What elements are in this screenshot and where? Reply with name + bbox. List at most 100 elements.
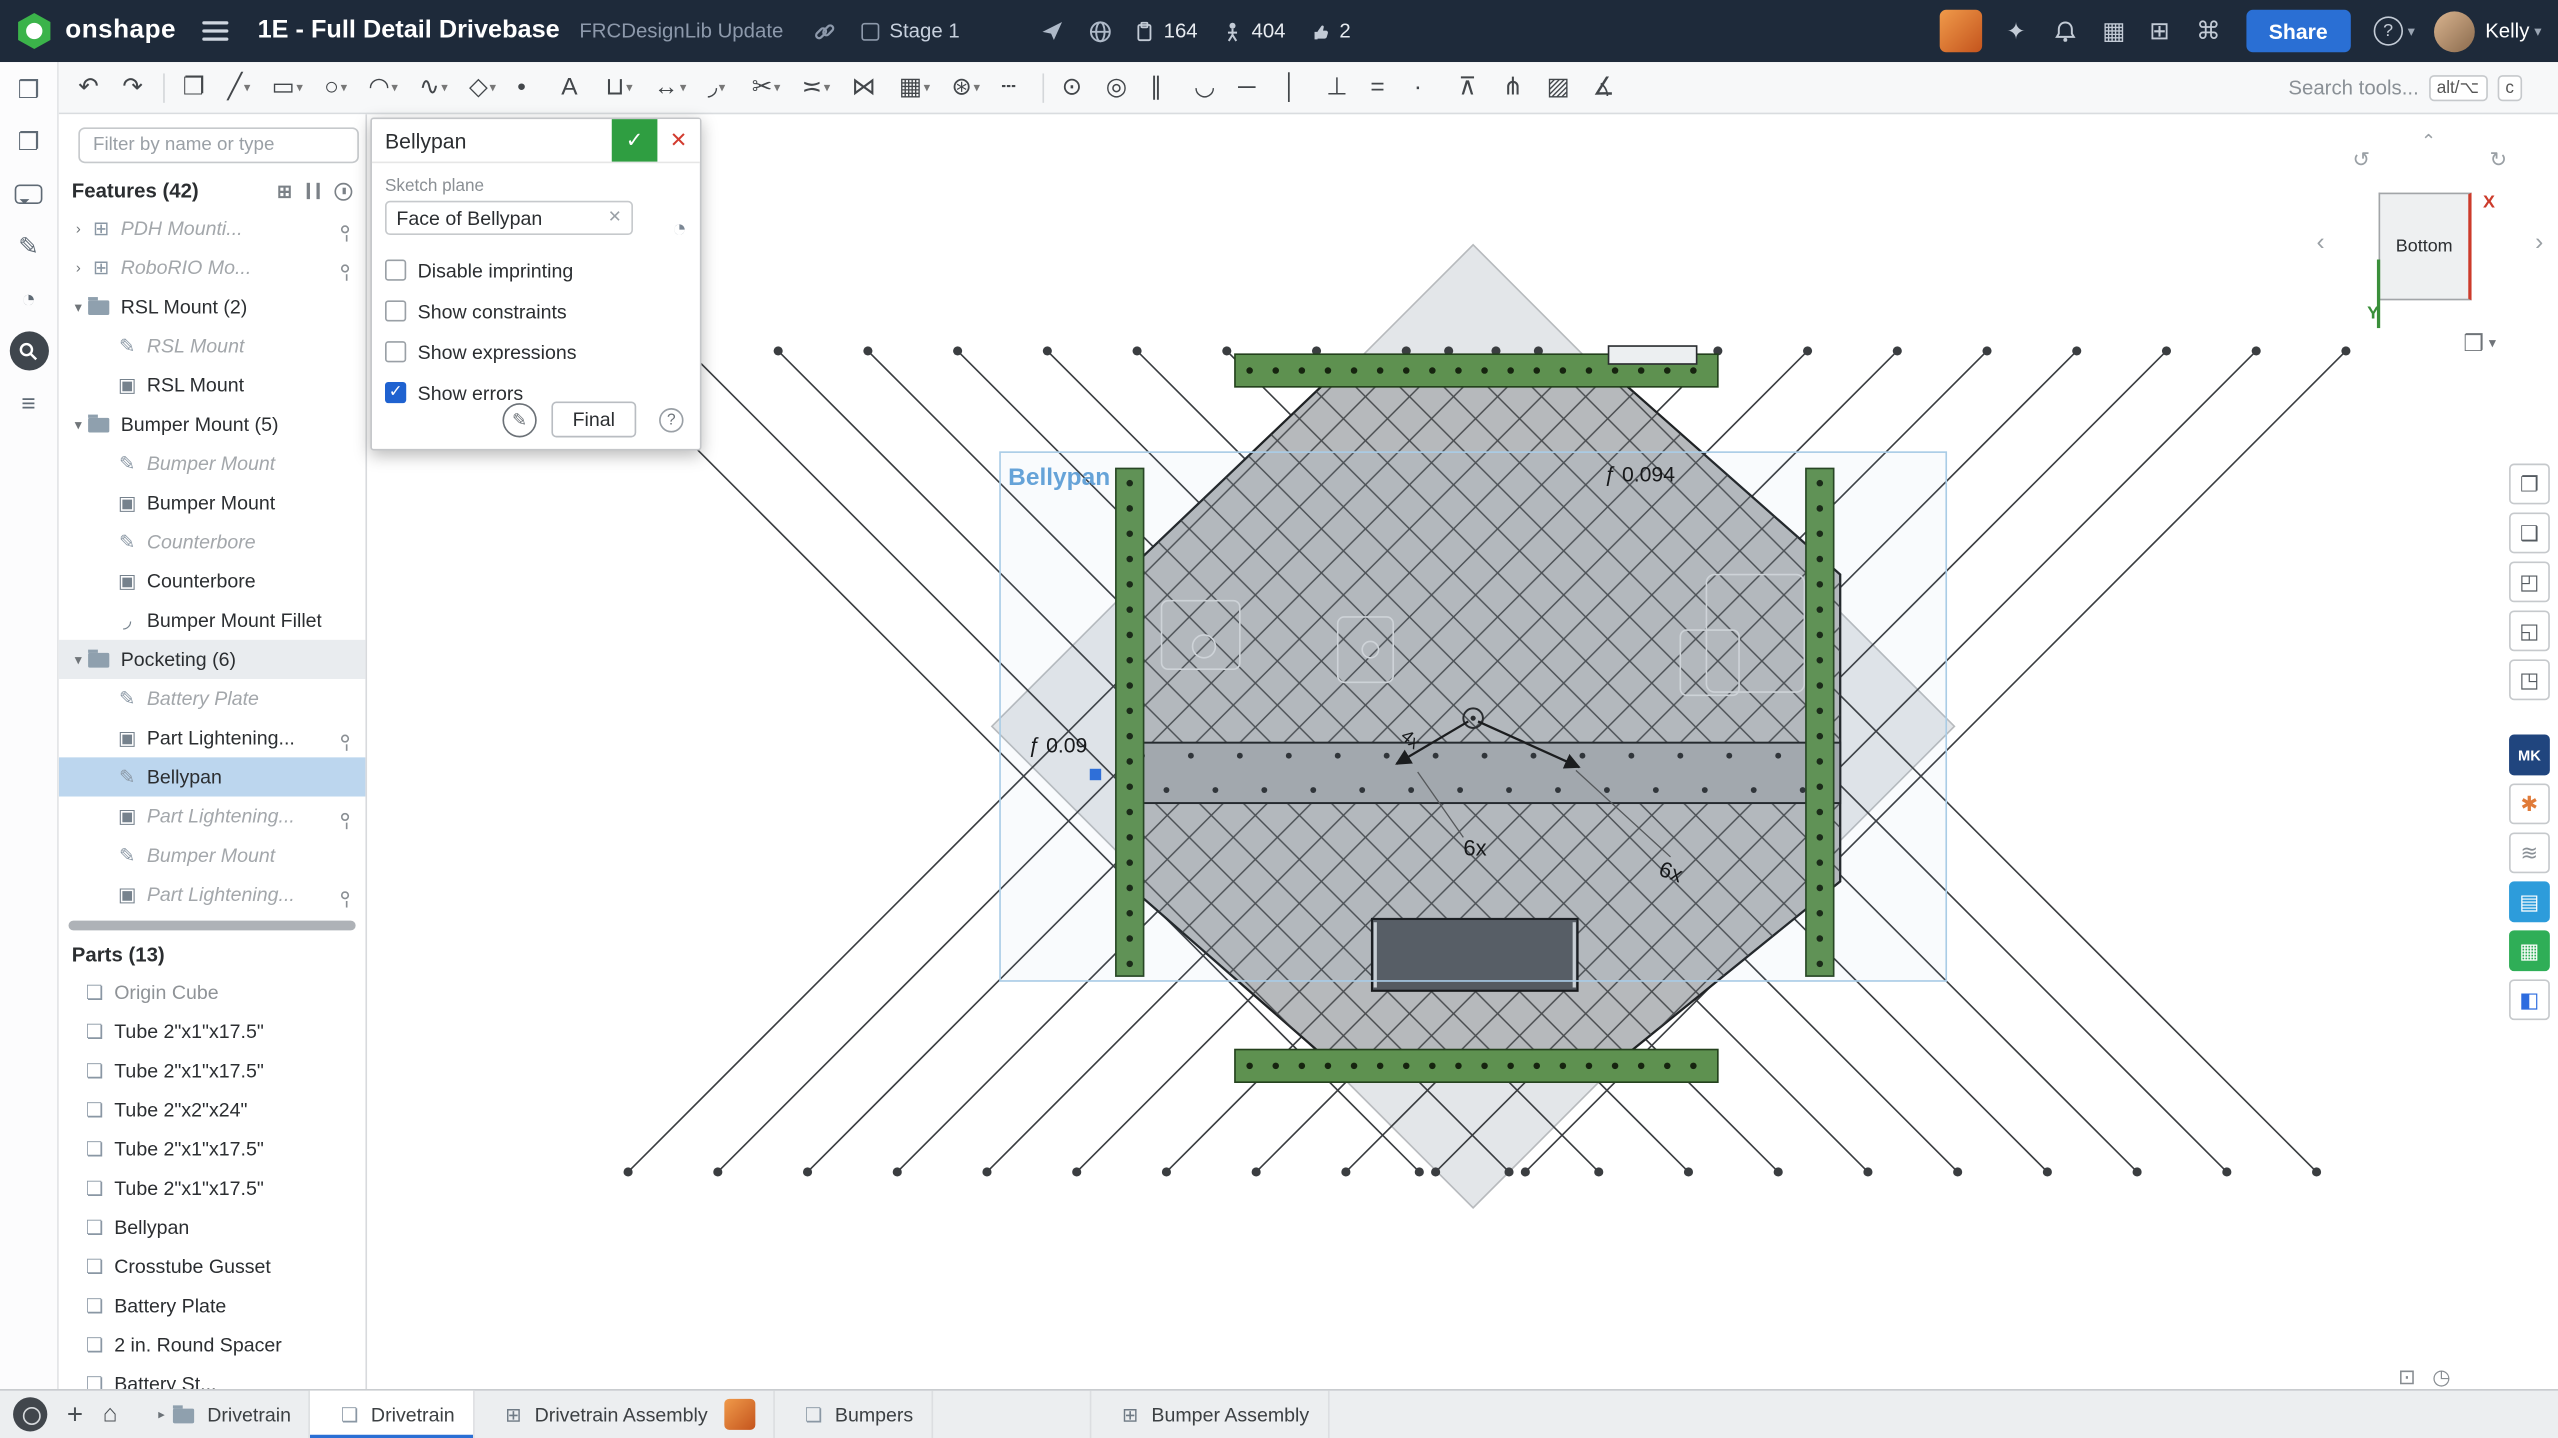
document-title[interactable]: 1E - Full Detail Drivebase xyxy=(258,16,560,45)
clock-icon[interactable]: ◷ xyxy=(2432,1365,2451,1391)
capture-button[interactable] xyxy=(13,1397,47,1431)
view-mode-1[interactable]: ❐ xyxy=(2509,464,2550,505)
user-avatar[interactable] xyxy=(2435,11,2476,52)
rotate-right-icon[interactable]: › xyxy=(2535,229,2543,257)
tool-arc[interactable]: ◠ ▾ xyxy=(365,68,401,107)
new-tab-button[interactable]: + xyxy=(67,1398,83,1431)
suppress-pin-icon[interactable] xyxy=(341,224,349,232)
tab-drivetrain-partstudio[interactable]: Drivetrain xyxy=(311,1390,475,1438)
feature-counterbore[interactable]: Counterbore xyxy=(59,561,366,600)
notifications-bell-icon[interactable] xyxy=(2050,15,2079,48)
tool-sep-1[interactable] xyxy=(163,73,165,102)
tool-tangent[interactable]: ◡ xyxy=(1191,68,1221,107)
feature-roborio-mounting[interactable]: › RoboRIO Mo... xyxy=(59,248,366,287)
feature-pdh-mounting[interactable]: › PDH Mounti... xyxy=(59,209,366,248)
feature-bumper-mount-sketch-2[interactable]: Bumper Mount xyxy=(59,836,366,875)
tool-mirror[interactable]: ⋈ xyxy=(848,68,881,107)
spreadsheet-icon[interactable]: ▦ xyxy=(2099,15,2128,48)
tool-spline[interactable]: ∿ ▾ xyxy=(416,68,451,107)
part-studio-panel-icon[interactable]: ❒ xyxy=(9,70,48,109)
history-icon[interactable]: ◔ xyxy=(9,279,48,318)
tab-bumper-assembly[interactable]: Bumper Assembly xyxy=(1089,1390,1328,1438)
tool-equal[interactable]: = xyxy=(1367,68,1396,107)
tool-circular-pattern[interactable]: ⊛ ▾ xyxy=(948,68,983,107)
part-tube-4[interactable]: Tube 2"x1"x17.5" xyxy=(59,1130,366,1169)
tool-fillet[interactable]: ◞ ▾ xyxy=(704,68,733,107)
tool-concentric[interactable]: ◎ xyxy=(1102,68,1132,107)
app-2[interactable]: ✱ xyxy=(2509,783,2550,824)
part-bellypan[interactable]: Bellypan xyxy=(59,1208,366,1247)
snapshot-icon[interactable]: ⊡ xyxy=(2398,1365,2416,1391)
feature-battery-plate-sketch[interactable]: Battery Plate xyxy=(59,679,366,718)
rail-bottom[interactable] xyxy=(1235,1050,1718,1083)
view-mode-3[interactable]: ◰ xyxy=(2509,561,2550,602)
versions-icon[interactable]: ❐ xyxy=(9,122,48,161)
app-4[interactable]: ▤ xyxy=(2509,881,2550,922)
part-tube-3[interactable]: Tube 2"x2"x24" xyxy=(59,1090,366,1129)
insert-feature-icon[interactable]: ⊞ xyxy=(277,180,292,201)
feature-part-lightening-1[interactable]: Part Lightening... xyxy=(59,718,366,757)
tool-point[interactable]: • xyxy=(514,68,543,107)
tool-linear-pattern[interactable]: ▦ ▾ xyxy=(896,68,934,107)
feature-rsl-mount-sketch[interactable]: RSL Mount xyxy=(59,326,366,365)
share-button[interactable]: Share xyxy=(2246,10,2351,52)
tool-offset[interactable]: ≍ ▾ xyxy=(798,68,833,107)
ai-sparkle-icon[interactable]: ✦ xyxy=(2001,15,2030,48)
outline-icon[interactable]: ≡ xyxy=(9,384,48,423)
dimension-left[interactable]: ƒ0.09 xyxy=(1028,734,1088,757)
rotate-cw-icon[interactable]: ↻ xyxy=(2489,147,2507,173)
tool-rectangle[interactable]: ▭ ▾ xyxy=(268,68,306,107)
rotate-ccw-icon[interactable]: ↺ xyxy=(2352,147,2370,173)
clear-selection-icon[interactable]: ✕ xyxy=(608,209,622,227)
tool-copy[interactable]: ❐ xyxy=(179,68,209,107)
link-icon[interactable] xyxy=(809,15,838,48)
stat-copies[interactable]: 164 xyxy=(1134,20,1197,43)
final-button[interactable]: Final xyxy=(551,402,636,438)
command-icon[interactable]: ⌘ xyxy=(2194,15,2223,48)
dimension-top[interactable]: ƒ0.094 xyxy=(1604,464,1676,487)
checkbox-show-expressions[interactable]: ✓ Show expressions xyxy=(385,331,687,372)
tool-parallel[interactable]: ∥ xyxy=(1147,68,1176,107)
part-round-spacer[interactable]: 2 in. Round Spacer xyxy=(59,1325,366,1364)
checkbox-disable-imprinting[interactable]: ✓ Disable imprinting xyxy=(385,250,687,291)
edit-sketch-icon[interactable]: ✎ xyxy=(502,402,536,436)
app-mkcad[interactable]: MK xyxy=(2509,735,2550,776)
help-caret-icon[interactable]: ▾ xyxy=(2408,22,2415,40)
tab-drivetrain-assembly[interactable]: Drivetrain Assembly xyxy=(474,1390,774,1438)
main-menu-icon[interactable] xyxy=(202,21,228,41)
version-label[interactable]: Stage 1 xyxy=(889,20,959,43)
part-battery-plate[interactable]: Battery Plate xyxy=(59,1286,366,1325)
tab-bumpers[interactable]: Bumpers xyxy=(775,1390,933,1438)
tab-drivetrain-folder[interactable]: ▸ Drivetrain xyxy=(140,1390,310,1438)
tool-sep-2[interactable] xyxy=(1042,73,1044,102)
dialog-help-icon[interactable]: ? xyxy=(659,407,683,431)
feature-bellypan[interactable]: Bellypan xyxy=(59,757,366,796)
tool-vertical[interactable]: │ xyxy=(1279,68,1308,107)
tool-slot[interactable]: ⊔ ▾ xyxy=(602,68,636,107)
tool-horizontal[interactable]: ─ xyxy=(1235,68,1264,107)
feature-rsl-mount[interactable]: RSL Mount xyxy=(59,366,366,405)
rollback-bar[interactable] xyxy=(69,921,356,931)
home-icon[interactable]: ⌂ xyxy=(103,1400,118,1428)
presence-avatar[interactable] xyxy=(1939,10,1981,52)
tool-trim[interactable]: ✂ ▾ xyxy=(748,68,783,107)
view-cube[interactable]: ↺ ↻ ⌃ ‹ › Bottom X Y xyxy=(2313,131,2551,346)
suppress-pin-icon[interactable] xyxy=(341,812,349,820)
tool-measure[interactable]: ∡ xyxy=(1589,68,1619,107)
part-origin-cube[interactable]: Origin Cube xyxy=(59,973,366,1012)
part-battery-stop[interactable]: Battery St... xyxy=(59,1365,366,1389)
app-3[interactable]: ≋ xyxy=(2509,832,2550,873)
view-options-button[interactable]: ❒ ▾ xyxy=(2463,330,2496,358)
user-name[interactable]: Kelly xyxy=(2485,20,2529,43)
apps-grid-icon[interactable]: ⊞ xyxy=(2145,15,2174,48)
part-crosstube-gusset[interactable]: Crosstube Gusset xyxy=(59,1247,366,1286)
notes-icon[interactable]: ✎ xyxy=(9,227,48,266)
tool-undo[interactable]: ↶ xyxy=(75,68,104,107)
rotate-up-icon[interactable]: ⌃ xyxy=(2421,131,2436,152)
sketch-plane-field[interactable]: Face of Bellypan ✕ xyxy=(385,201,633,235)
feature-counterbore-sketch[interactable]: Counterbore xyxy=(59,522,366,561)
tool-line[interactable]: ╱ ▾ xyxy=(224,68,253,107)
tool-redo[interactable]: ↷ xyxy=(119,68,148,107)
tool-construction[interactable]: ┄ xyxy=(998,68,1027,107)
tool-midpoint[interactable]: ∙ xyxy=(1411,68,1440,107)
